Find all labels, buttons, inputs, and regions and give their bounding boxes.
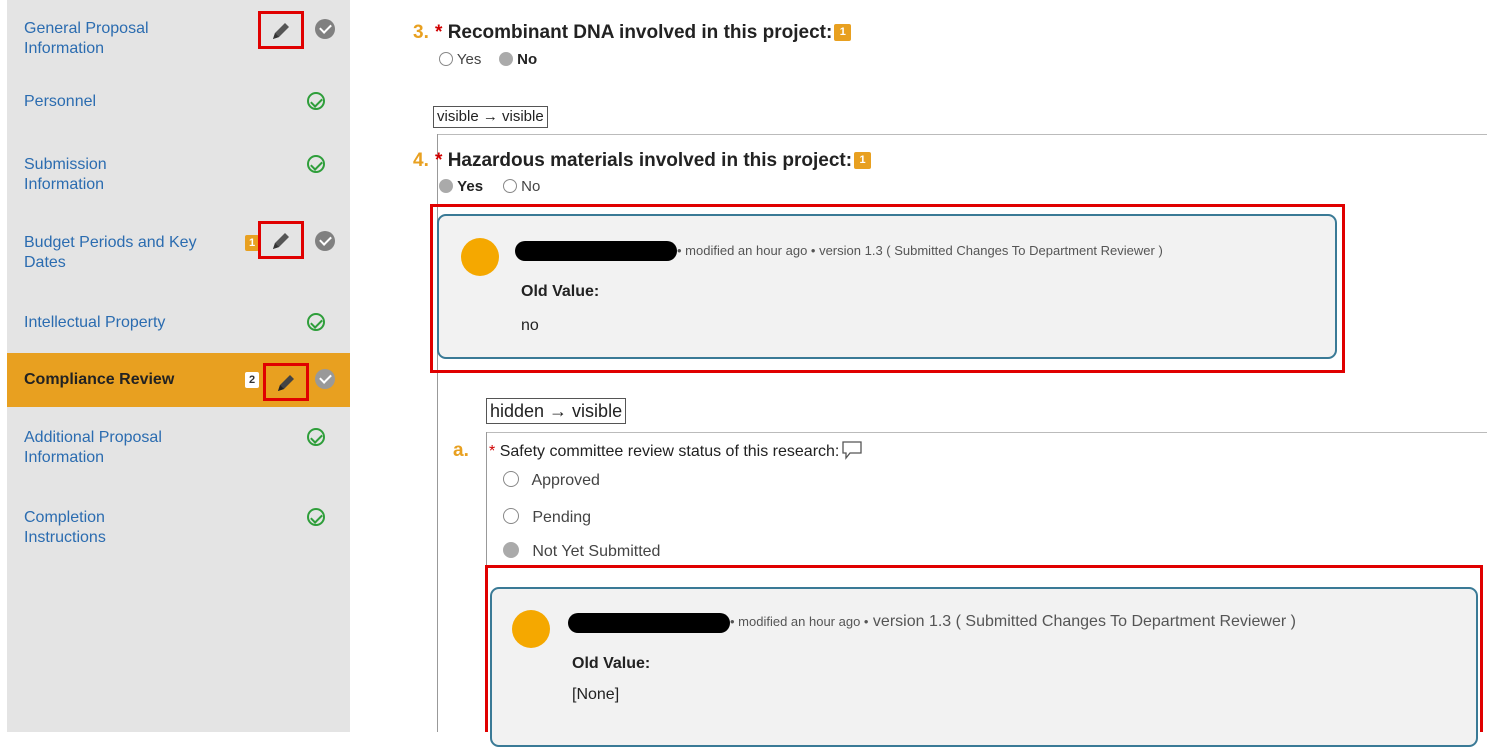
divider [486,432,1487,433]
question-number: a. [453,440,469,461]
radio-option-yes[interactable]: Yes [439,178,483,195]
edit-pencil-icon[interactable] [258,221,304,259]
divider [437,134,1487,135]
question-text: Recombinant DNA involved in this project… [447,22,833,43]
question-number: 3. [413,22,429,43]
radio-button[interactable] [503,471,519,487]
radio-option-not-yet-submitted[interactable]: Not Yet Submitted [503,542,660,561]
radio-option-approved[interactable]: Approved [503,471,600,490]
question-text: Safety committee review status of this r… [499,443,840,460]
comment-count-icon[interactable]: 1 [854,152,872,170]
radio-button-selected[interactable] [503,542,519,558]
sidebar-item-personnel[interactable]: Personnel [7,92,350,122]
section-complete-check-icon [307,155,325,173]
user-avatar [512,610,550,648]
change-meta-version: version 1.3 ( Submitted Changes To Depar… [872,613,1296,630]
sidebar-item-label: Additional Proposal Information [24,429,162,466]
radio-option-no[interactable]: No [503,178,540,195]
sidebar-item-label: General Proposal Information [24,20,149,57]
sidebar-item-submission-information[interactable]: Submission Information [7,155,350,199]
radio-label: Approved [531,472,600,489]
comment-count-icon[interactable]: 1 [834,24,852,42]
question-text: Hazardous materials involved in this pro… [447,150,853,171]
old-value-label: Old Value: [521,283,600,300]
question-title: * Recombinant DNA involved in this proje… [435,22,852,44]
sidebar-item-label: Budget Periods and Key Dates [24,234,197,271]
change-history-card: • modified an hour ago • version 1.3 ( S… [490,587,1478,747]
sidebar-item-label: Compliance Review [24,371,175,388]
sidebar-item-intellectual-property[interactable]: Intellectual Property [7,313,350,343]
section-complete-gray-icon [315,231,335,251]
edit-pencil-icon[interactable] [263,363,309,401]
sidebar-item-label: Intellectual Property [24,314,166,331]
sidebar-nav: General Proposal Information Personnel S… [7,0,350,732]
change-meta-prefix: • modified an hour ago • [730,614,869,629]
radio-button-selected[interactable] [439,179,453,193]
section-complete-check-icon [307,508,325,526]
section-complete-gray-icon [315,19,335,39]
required-marker: * [435,22,443,43]
old-value: [None] [572,686,620,703]
required-marker: * [435,150,443,171]
radio-button[interactable] [503,508,519,524]
redacted-user-name [515,241,677,261]
required-marker: * [489,443,496,460]
question-title: * Safety committee review status of this… [489,440,863,461]
section-complete-check-icon [307,92,325,110]
radio-label: Not Yet Submitted [532,543,661,560]
radio-label: Pending [532,509,592,526]
section-complete-check-icon [307,313,325,331]
radio-option-no[interactable]: No [499,51,537,68]
radio-label: Yes [456,51,482,68]
sidebar-item-additional-proposal-information[interactable]: Additional Proposal Information [7,428,350,474]
radio-option-pending[interactable]: Pending [503,508,591,527]
sidebar-item-budget-periods-and-key-dates[interactable]: Budget Periods and Key Dates 1 [7,221,350,279]
radio-label: No [517,51,538,68]
change-meta: • modified an hour ago • version 1.3 ( S… [677,243,1163,258]
old-value: no [521,317,539,334]
old-value-label: Old Value: [572,655,651,672]
radio-button-selected[interactable] [499,52,513,66]
section-complete-check-icon [307,428,325,446]
comment-count-badge: 2 [245,372,259,388]
comment-count-badge: 1 [245,235,259,251]
sidebar-item-general-proposal-information[interactable]: General Proposal Information [7,11,350,69]
redacted-user-name [568,613,730,633]
sidebar-item-compliance-review[interactable]: Compliance Review 2 [7,353,350,407]
visibility-change-tag: visible → visible [433,106,548,128]
sidebar-item-label: Submission Information [24,156,107,193]
edit-pencil-icon[interactable] [258,11,304,49]
user-avatar [461,238,499,276]
radio-button[interactable] [503,179,517,193]
radio-label: Yes [457,178,484,195]
visibility-change-tag: hidden → visible [486,398,627,424]
question-number: 4. [413,150,429,171]
question-title: * Hazardous materials involved in this p… [435,150,872,172]
change-history-card: • modified an hour ago • version 1.3 ( S… [437,214,1337,359]
section-complete-gray-icon [315,369,335,389]
radio-button[interactable] [439,52,453,66]
radio-option-yes[interactable]: Yes [439,51,481,68]
change-meta: • modified an hour ago • version 1.3 ( S… [730,613,1296,631]
radio-label: No [521,178,541,195]
add-comment-icon[interactable] [841,440,863,460]
sidebar-item-completion-instructions[interactable]: Completion Instructions [7,508,350,554]
sidebar-item-label: Completion Instructions [24,509,106,546]
sidebar-item-label: Personnel [24,93,97,110]
